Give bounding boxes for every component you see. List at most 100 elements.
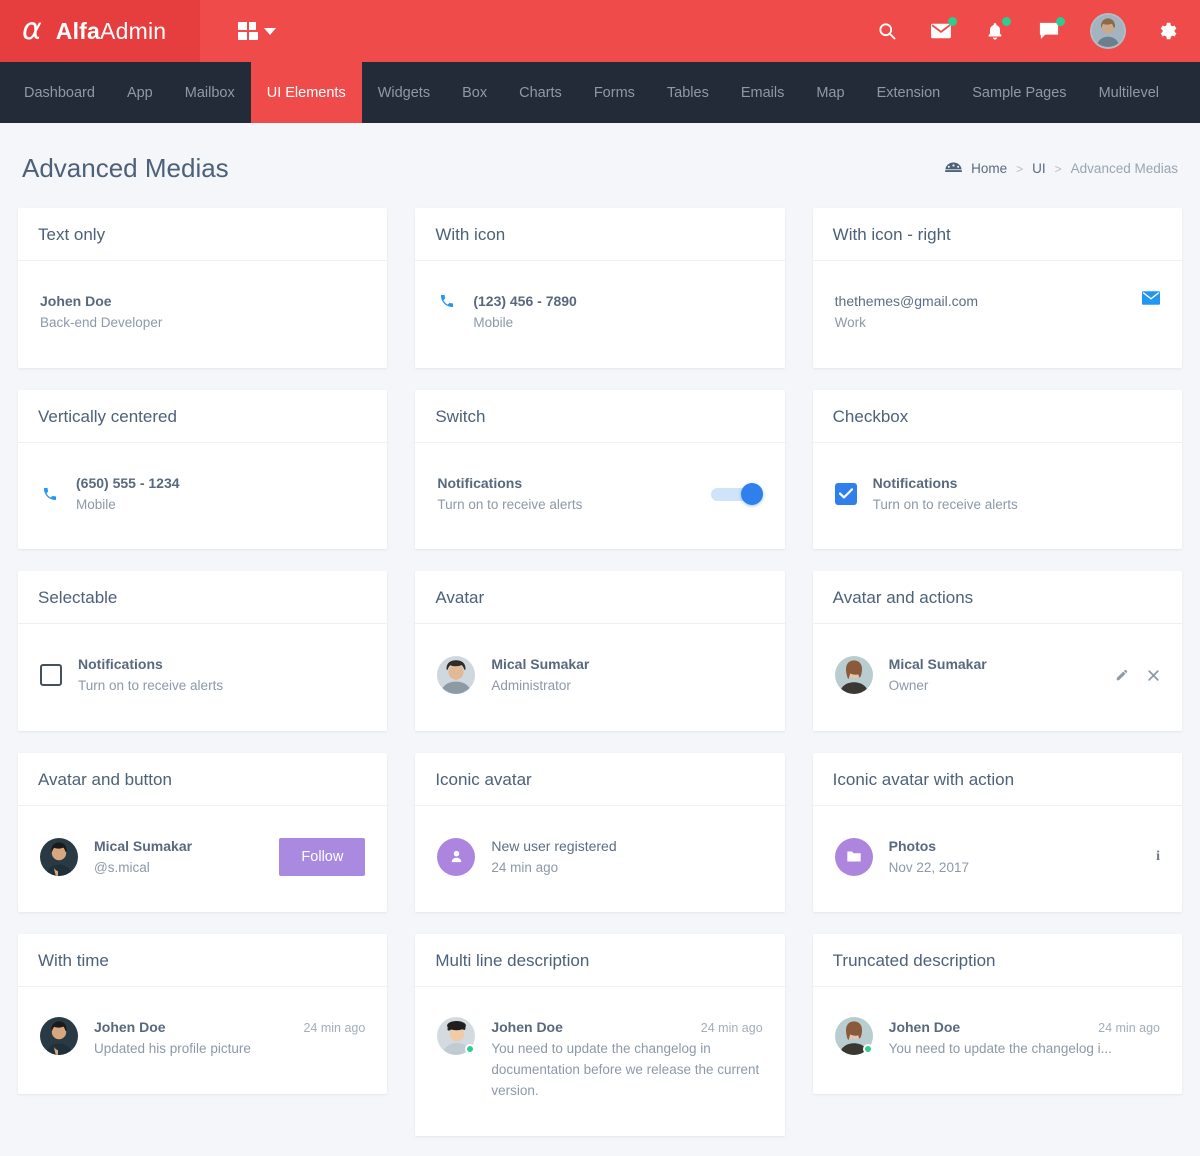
- card-avatar-button: Avatar and button Mical Sumakar @s.mical…: [18, 752, 388, 913]
- media-subtitle: Turn on to receive alerts: [78, 678, 224, 694]
- media-title: Johen Doe: [888, 1019, 961, 1036]
- gear-icon[interactable]: [1154, 18, 1180, 44]
- media-title: Johen Doe: [491, 1019, 563, 1036]
- nav-item-widgets[interactable]: Widgets: [362, 62, 446, 123]
- media-subtitle: Updated his profile picture: [94, 1041, 251, 1057]
- media-item: thethemes@gmail.com Work: [835, 291, 1160, 334]
- media-item[interactable]: Notifications Turn on to receive alerts: [40, 654, 365, 697]
- card-body: thethemes@gmail.com Work: [813, 261, 1182, 368]
- mail-icon[interactable]: [928, 17, 957, 44]
- breadcrumb-separator: >: [1054, 161, 1062, 176]
- media-title: (123) 456 - 7890: [473, 293, 577, 309]
- nav-item-box[interactable]: Box: [446, 62, 503, 123]
- nav-item-app[interactable]: App: [111, 62, 169, 123]
- bell-badge: [1002, 17, 1011, 26]
- card-vertically-centered: Vertically centered (650) 555 - 1234 Mob…: [18, 389, 388, 550]
- card-title: Vertically centered: [18, 390, 388, 443]
- nav-item-map[interactable]: Map: [800, 62, 860, 123]
- online-status-dot: [465, 1044, 476, 1055]
- media-time: 24 min ago: [700, 1021, 763, 1036]
- card-avatar-actions: Avatar and actions Mical Sumakar Owner: [812, 571, 1182, 731]
- media-title: thethemes@gmail.com: [834, 293, 979, 309]
- nav-item-sample-pages[interactable]: Sample Pages: [956, 62, 1082, 123]
- media-title: Johen Doe: [40, 293, 112, 309]
- avatar[interactable]: [437, 1017, 476, 1056]
- info-icon[interactable]: i: [1156, 849, 1160, 865]
- media-title: Mical Sumakar: [94, 837, 193, 854]
- card-title: With icon - right: [812, 208, 1182, 261]
- folder-icon: [834, 837, 873, 876]
- top-bar: α AlfaAdmin: [0, 0, 1200, 62]
- media-item: Johen Doe 24 min ago Updated his profile…: [40, 1017, 365, 1060]
- notifications-checkbox[interactable]: [834, 482, 857, 505]
- cards-grid: Text only Johen Doe Back-end Developer W…: [0, 208, 1200, 1156]
- media-actions: [1115, 668, 1160, 682]
- card-title: Text only: [18, 208, 388, 261]
- media-title: Notifications: [78, 656, 163, 673]
- media-item: Notifications Turn on to receive alerts: [834, 473, 1160, 516]
- media-subtitle: Turn on to receive alerts: [437, 496, 583, 512]
- nav-item-extension[interactable]: Extension: [861, 62, 957, 123]
- avatar[interactable]: [834, 656, 873, 695]
- main-navigation: Dashboard App Mailbox UI Elements Widget…: [0, 62, 1200, 123]
- notifications-toggle[interactable]: [710, 482, 763, 505]
- card-title: Multi line description: [415, 934, 785, 988]
- nav-item-mailbox[interactable]: Mailbox: [169, 62, 251, 123]
- envelope-icon[interactable]: [1142, 291, 1160, 305]
- brand-logo[interactable]: α AlfaAdmin: [0, 0, 200, 62]
- avatar[interactable]: [40, 1017, 78, 1056]
- nav-item-multilevel[interactable]: Multilevel: [1083, 62, 1175, 123]
- card-body: Johen Doe 24 min ago Updated his profile…: [18, 987, 387, 1094]
- avatar[interactable]: [834, 1017, 873, 1056]
- close-icon[interactable]: [1147, 669, 1160, 682]
- breadcrumb-ui[interactable]: UI: [1032, 161, 1046, 176]
- breadcrumb-home[interactable]: Home: [971, 161, 1007, 176]
- chat-icon[interactable]: [1036, 17, 1065, 44]
- media-subtitle: Work: [834, 315, 866, 331]
- nav-item-ui-elements[interactable]: UI Elements: [250, 62, 362, 123]
- chat-badge: [1056, 17, 1065, 26]
- media-item: Notifications Turn on to receive alerts: [437, 473, 763, 516]
- breadcrumb-separator: >: [1016, 161, 1024, 176]
- media-subtitle: Nov 22, 2017: [888, 859, 969, 875]
- media-item: Johen Doe 24 min ago You need to update …: [437, 1017, 763, 1102]
- card-truncated-description: Truncated description Johen Doe 24 min a…: [812, 934, 1182, 1094]
- pencil-icon[interactable]: [1115, 668, 1129, 682]
- media-time: 24 min ago: [303, 1021, 366, 1036]
- card-body: Johen Doe Back-end Developer: [18, 261, 387, 368]
- bell-icon[interactable]: [982, 17, 1011, 44]
- card-title: Avatar: [415, 571, 785, 625]
- media-item: New user registered 24 min ago: [437, 836, 762, 879]
- grid-toggle-icon[interactable]: [238, 22, 276, 40]
- media-title: (650) 555 - 1234: [76, 474, 180, 491]
- card-title: Checkbox: [812, 390, 1182, 443]
- breadcrumb-current: Advanced Medias: [1070, 161, 1178, 176]
- page-title: Advanced Medias: [22, 153, 229, 183]
- media-title: Photos: [888, 837, 937, 854]
- nav-item-emails[interactable]: Emails: [725, 62, 801, 123]
- nav-item-tables[interactable]: Tables: [651, 62, 725, 123]
- avatar[interactable]: [40, 837, 78, 876]
- media-subtitle: Turn on to receive alerts: [872, 496, 1018, 512]
- card-title: Avatar and button: [18, 753, 388, 806]
- page-header: Advanced Medias Home > UI > Advanced Med…: [0, 123, 1200, 208]
- notifications-checkbox[interactable]: [40, 664, 62, 687]
- avatar[interactable]: [437, 656, 476, 695]
- media-title: New user registered: [491, 837, 617, 854]
- nav-item-forms[interactable]: Forms: [578, 62, 651, 123]
- search-icon[interactable]: [874, 18, 900, 44]
- media-subtitle: @s.mical: [94, 859, 150, 875]
- nav-item-dashboard[interactable]: Dashboard: [8, 62, 111, 123]
- avatar[interactable]: [1090, 13, 1126, 49]
- online-status-dot: [862, 1044, 873, 1055]
- media-title: Mical Sumakar: [491, 656, 590, 673]
- card-body: Mical Sumakar Owner: [813, 624, 1182, 731]
- card-title: Iconic avatar: [415, 753, 785, 806]
- media-item: (650) 555 - 1234 Mobile: [40, 473, 365, 516]
- toggle-knob: [740, 482, 763, 505]
- follow-button[interactable]: Follow: [279, 837, 366, 876]
- card-title: With icon: [415, 208, 785, 261]
- top-bar-actions: [874, 13, 1200, 49]
- card-switch: Switch Notifications Turn on to receive …: [415, 389, 785, 550]
- nav-item-charts[interactable]: Charts: [503, 62, 578, 123]
